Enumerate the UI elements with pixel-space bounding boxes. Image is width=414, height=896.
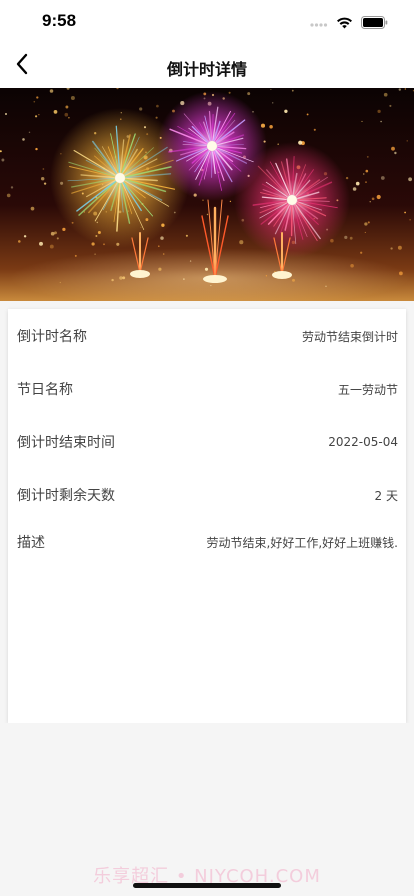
detail-row-end-time: 倒计时结束时间 2022-05-04	[8, 427, 406, 457]
status-bar: 9:58	[0, 0, 414, 44]
signal-icon	[310, 14, 328, 33]
detail-row-remaining-days: 倒计时剩余天数 2 天	[8, 480, 406, 510]
status-time: 9:58	[42, 11, 77, 30]
detail-row-countdown-name: 倒计时名称 劳动节结束倒计时	[8, 321, 406, 351]
page-title: 倒计时详情	[166, 60, 247, 79]
nav-bar: 倒计时详情	[0, 44, 414, 88]
row-label: 倒计时名称	[17, 329, 87, 345]
row-label: 倒计时剩余天数	[17, 488, 115, 504]
home-indicator[interactable]	[133, 883, 281, 888]
row-value: 劳动节结束倒计时	[301, 329, 398, 344]
details-card: 倒计时名称 劳动节结束倒计时 节日名称 五一劳动节 倒计时结束时间 2022-0…	[8, 309, 406, 723]
row-label: 节日名称	[17, 382, 73, 398]
battery-icon	[361, 14, 388, 33]
detail-row-description: 描述 劳动节结束,好好工作,好好上班赚钱.	[8, 527, 406, 557]
status-icons	[310, 14, 388, 33]
row-value: 劳动节结束,好好工作,好好上班赚钱.	[206, 535, 398, 550]
row-label: 描述	[17, 535, 45, 551]
row-value: 2 天	[374, 488, 398, 503]
row-value: 五一劳动节	[337, 382, 398, 397]
wifi-icon	[336, 14, 353, 33]
hero-fireworks-image	[0, 88, 414, 301]
row-value: 2022-05-04	[328, 435, 398, 449]
row-label: 倒计时结束时间	[17, 435, 115, 451]
detail-row-festival-name: 节日名称 五一劳动节	[8, 374, 406, 404]
